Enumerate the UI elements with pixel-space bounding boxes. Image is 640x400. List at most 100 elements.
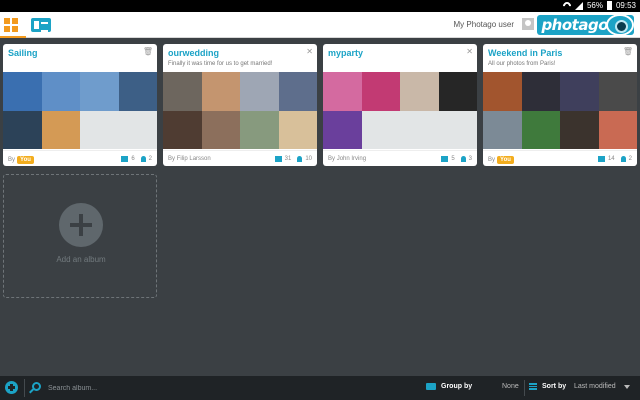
- add-icon[interactable]: [59, 203, 103, 247]
- owner-name: John Irving: [336, 156, 367, 162]
- member-count: 10: [305, 156, 312, 162]
- member-count: 3: [468, 156, 472, 162]
- owner-badge: You: [17, 156, 34, 164]
- user-name[interactable]: My Photago user: [454, 20, 514, 29]
- album-title: myparty: [328, 48, 364, 58]
- sort-by-button[interactable]: Sort by: [529, 383, 566, 390]
- wifi-icon: [561, 0, 573, 12]
- photo-count-icon: [274, 156, 282, 162]
- album-photo-thumbnail: [240, 72, 279, 111]
- member-count: 2: [148, 156, 152, 162]
- avatar[interactable]: [522, 18, 534, 30]
- album-subtitle: Finally it was time for us to get marrie…: [168, 61, 273, 67]
- photo-count: 14: [607, 156, 615, 162]
- photo-count-icon: [597, 156, 605, 162]
- owner-name: Filip Larsson: [176, 156, 211, 162]
- album-card-myparty[interactable]: myparty ✕ By John Irving 5 3: [323, 44, 477, 166]
- album-photo-thumbnail: [118, 72, 157, 111]
- trash-icon[interactable]: 🗑: [623, 47, 633, 56]
- sort-by-value[interactable]: Last modified: [574, 383, 616, 390]
- album-photo-thumbnail: [201, 110, 240, 149]
- album-card-weekend-in-paris[interactable]: Weekend in Paris All our photos from Par…: [483, 44, 637, 166]
- album-photo-thumbnail: [361, 110, 400, 149]
- album-photo-thumbnail: [400, 72, 439, 111]
- album-photo-thumbnail: [201, 72, 240, 111]
- battery-icon: [606, 1, 612, 10]
- add-album-tile[interactable]: Add an album: [3, 174, 157, 298]
- album-card-ourwedding[interactable]: ourwedding Finally it was time for us to…: [163, 44, 317, 166]
- member-count-icon: [620, 156, 626, 162]
- close-icon[interactable]: ✕: [466, 47, 473, 56]
- album-photo-thumbnail: [41, 110, 80, 149]
- album-title: Sailing: [8, 48, 38, 58]
- album-card-sailing[interactable]: Sailing 🗑 By You 6 2: [3, 44, 157, 166]
- app-header: My Photago user photago: [0, 12, 640, 38]
- album-footer: By Filip Larsson 31 10: [163, 150, 317, 166]
- list-icon: [529, 383, 537, 390]
- album-photo-grid: [163, 72, 317, 149]
- group-by-button[interactable]: Group by: [426, 383, 472, 390]
- album-photo-thumbnail: [163, 110, 202, 149]
- album-photo-thumbnail: [521, 110, 560, 149]
- album-photo-grid: [483, 72, 637, 149]
- member-count-icon: [460, 156, 466, 162]
- album-photo-thumbnail: [323, 110, 362, 149]
- photago-logo: photago: [537, 14, 634, 36]
- photo-count-icon: [121, 156, 129, 162]
- album-photo-thumbnail: [400, 110, 439, 149]
- clock: 09:53: [615, 1, 636, 10]
- by-label: By: [168, 156, 176, 162]
- album-photo-thumbnail: [278, 72, 317, 111]
- camera-logo-icon: [606, 14, 634, 36]
- album-photo-thumbnail: [323, 72, 362, 111]
- bottom-toolbar: Group by None Sort by Last modified: [0, 376, 640, 400]
- signal-icon: [574, 1, 583, 10]
- sort-by-label: Sort by: [542, 383, 567, 390]
- album-photo-thumbnail: [240, 110, 279, 149]
- album-photo-thumbnail: [598, 72, 637, 111]
- by-label: By: [8, 157, 16, 163]
- album-photo-thumbnail: [278, 110, 317, 149]
- album-photo-thumbnail: [560, 72, 599, 111]
- owner-badge: You: [497, 156, 514, 164]
- group-by-value[interactable]: None: [502, 383, 519, 390]
- album-photo-grid: [323, 72, 477, 149]
- album-photo-thumbnail: [598, 110, 637, 149]
- album-footer: By John Irving 5 3: [323, 150, 477, 166]
- search-input[interactable]: [48, 382, 228, 394]
- album-photo-thumbnail: [438, 72, 477, 111]
- album-photo-thumbnail: [483, 110, 522, 149]
- add-button[interactable]: [5, 381, 18, 394]
- member-count: 2: [628, 156, 632, 162]
- album-photo-thumbnail: [3, 110, 42, 149]
- close-icon[interactable]: ✕: [306, 47, 313, 56]
- album-photo-thumbnail: [3, 72, 42, 111]
- folder-icon: [426, 383, 436, 390]
- album-photo-thumbnail: [41, 72, 80, 111]
- group-by-label: Group by: [441, 383, 473, 390]
- photo-count: 31: [284, 156, 292, 162]
- album-title: Weekend in Paris: [488, 48, 563, 58]
- album-photo-thumbnail: [361, 72, 400, 111]
- member-count-icon: [297, 156, 303, 162]
- album-photo-thumbnail: [163, 72, 202, 111]
- battery-percent: 56%: [586, 1, 603, 10]
- active-view-indicator: [0, 36, 26, 38]
- album-photo-thumbnail: [118, 110, 157, 149]
- album-footer: By You 6 2: [3, 150, 157, 166]
- album-photo-thumbnail: [80, 72, 119, 111]
- add-album-label: Add an album: [56, 255, 106, 264]
- album-footer: By You 14 2: [483, 150, 637, 166]
- by-label: By: [328, 156, 336, 162]
- album-photo-thumbnail: [521, 72, 560, 111]
- trash-icon[interactable]: 🗑: [143, 47, 153, 56]
- album-photo-grid: [3, 72, 157, 149]
- album-card-view-icon[interactable]: [31, 18, 51, 32]
- grid-view-icon[interactable]: [4, 18, 18, 32]
- member-count-icon: [140, 156, 146, 162]
- album-title: ourwedding: [168, 48, 219, 58]
- chevron-down-icon[interactable]: [624, 385, 630, 389]
- divider: [524, 380, 525, 396]
- album-photo-thumbnail: [560, 110, 599, 149]
- search-icon[interactable]: [32, 382, 41, 391]
